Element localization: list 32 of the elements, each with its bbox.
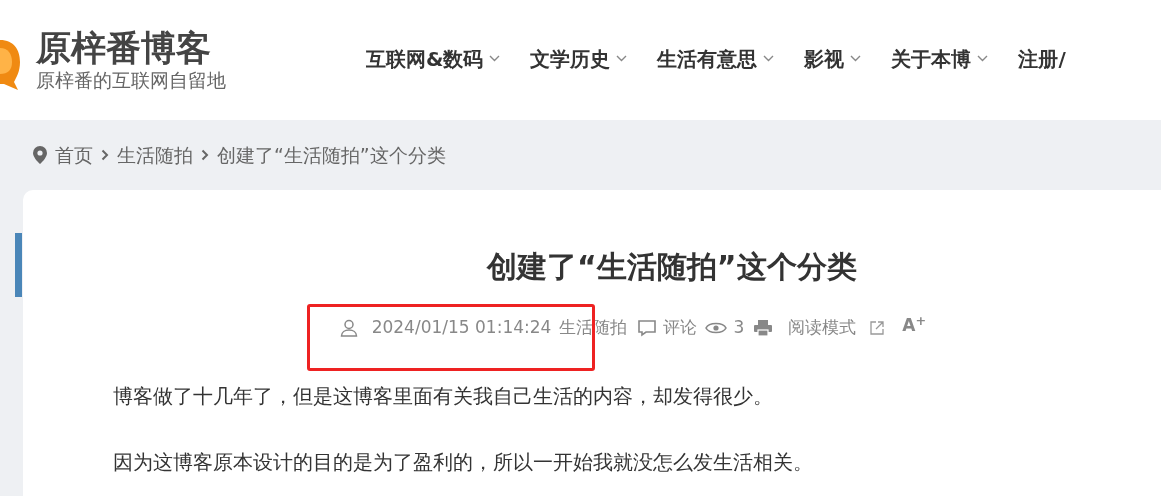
printer-icon[interactable] [754,319,773,336]
breadcrumb-link[interactable]: 生活随拍 [117,140,193,170]
reading-mode-link[interactable]: 阅读模式 [788,315,857,341]
chevron-down-icon [616,55,628,62]
article-title: 创建了“生活随拍”这个分类 [485,248,858,286]
nav-item[interactable]: 文学历史 [530,43,628,74]
user-icon [339,318,358,337]
chevron-down-icon [489,55,501,62]
comments-link[interactable]: 评论 [663,315,698,341]
nav-item[interactable]: 生活有意思 [657,43,775,74]
nav-item[interactable]: 注册/ [1018,43,1066,74]
chevron-down-icon [763,55,775,62]
site-title[interactable]: 原梓番博客 [36,28,226,68]
accent-bar [15,233,22,297]
font-size-button[interactable]: A$^{+}$ [902,313,927,339]
nav-item[interactable]: 影视 [804,43,862,74]
site-subtitle: 原梓番的互联网自留地 [36,68,226,92]
chevron-right-icon [101,149,109,161]
breadcrumb-link[interactable]: 首页 [55,140,93,170]
breadcrumb-link[interactable]: 创建了“生活随拍”这个分类 [217,140,446,170]
chevron-down-icon [977,55,989,62]
chevron-right-icon [201,149,209,161]
article-paragraph: 因为这博客原本设计的目的是为了盈利的，所以一开始我就没怎么发生活相关。 [112,448,814,476]
external-edit-icon[interactable] [870,320,885,335]
nav-item[interactable]: 互联网&数码 [366,43,501,74]
chevron-down-icon [850,55,862,62]
article-paragraph: 博客做了十几年了，但是这博客里面有关我自己生活的内容，却发得很少。 [112,382,774,410]
view-count: 3 [733,316,745,339]
post-datetime: 2024/01/15 01:14:24 [371,316,552,339]
nav-item[interactable]: 关于本博 [891,43,989,74]
comment-icon [637,318,658,337]
location-pin-icon [33,146,47,164]
